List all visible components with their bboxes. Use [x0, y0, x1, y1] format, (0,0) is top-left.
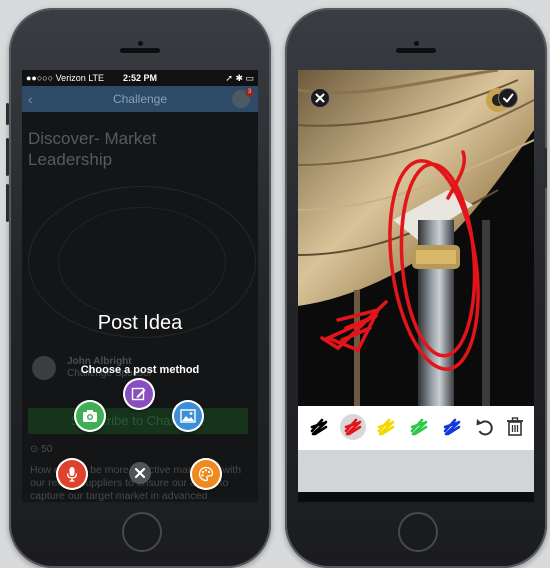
microphone-icon [66, 467, 78, 482]
brush-green-button[interactable] [406, 414, 432, 440]
volume-down-button [6, 184, 9, 222]
subscribe-button[interactable]: Subscribe to Challenge [28, 408, 248, 434]
right-screen [298, 70, 534, 502]
status-bar: ●●○○○ Verizon LTE 2:52 PM ➚ ✱ ▭ [22, 70, 258, 86]
microphone-button[interactable] [56, 458, 88, 490]
front-camera [414, 41, 419, 46]
brush-red-button[interactable] [340, 414, 366, 440]
edit-icon [131, 387, 146, 401]
challenge-title: Discover- Market Leadership [28, 129, 157, 169]
close-menu-button[interactable] [129, 462, 151, 484]
image-icon [180, 409, 196, 423]
close-icon [134, 467, 146, 479]
scribble-green-icon [410, 418, 428, 436]
photo-illustration [298, 70, 534, 406]
edit-button[interactable] [123, 378, 155, 410]
left-phone: ●●○○○ Verizon LTE 2:52 PM ➚ ✱ ▭ ‹ Challe… [6, 8, 271, 568]
camera-button[interactable] [74, 400, 106, 432]
nav-bar: ‹ Challenge 3 [22, 86, 258, 112]
confirm-drawing-button[interactable] [498, 88, 518, 108]
scribble-yellow-icon [377, 418, 395, 436]
scribble-blue-icon [443, 418, 461, 436]
brush-black-button[interactable] [306, 414, 332, 440]
power-button [544, 148, 547, 188]
volume-up-button [6, 138, 9, 176]
checkmark-icon [503, 93, 514, 103]
back-chevron-icon[interactable]: ‹ [28, 86, 33, 112]
right-phone [285, 8, 547, 568]
palette-icon [198, 466, 214, 482]
draw-button[interactable] [190, 458, 222, 490]
undo-button[interactable] [472, 414, 498, 440]
status-time: 2:52 PM [122, 73, 157, 83]
brush-blue-button[interactable] [439, 414, 465, 440]
gallery-button[interactable] [172, 400, 204, 432]
undo-icon [476, 419, 493, 436]
discard-drawing-button[interactable] [310, 88, 330, 108]
stats-count: ⊙ 50 [30, 444, 53, 455]
mute-switch [6, 103, 9, 125]
overlay-title: Post Idea [97, 312, 183, 334]
delete-button[interactable] [502, 414, 528, 440]
annotated-photo[interactable] [298, 70, 534, 406]
overlay-subtitle: Choose a post method [80, 364, 200, 376]
notification-badge: 3 [245, 88, 254, 97]
scribble-black-icon [310, 418, 328, 436]
front-camera [138, 41, 143, 46]
trash-icon [507, 417, 523, 436]
close-icon [315, 93, 325, 103]
left-screen: ●●○○○ Verizon LTE 2:52 PM ➚ ✱ ▭ ‹ Challe… [22, 70, 258, 502]
earpiece-speaker [396, 48, 436, 53]
home-button[interactable] [398, 512, 438, 552]
scribble-red-icon [344, 418, 362, 436]
challenge-content: Discover- Market Leadership John Albrigh… [22, 112, 258, 502]
home-button[interactable] [122, 512, 162, 552]
brush-yellow-button[interactable] [373, 414, 399, 440]
bottom-panel [298, 450, 534, 492]
drawing-toolbar [298, 406, 534, 450]
earpiece-speaker [120, 48, 160, 53]
nav-title: Challenge [112, 92, 168, 106]
camera-icon [83, 410, 97, 422]
background-graphic-inner [58, 207, 226, 319]
status-indicators: ➚ ✱ ▭ [225, 73, 254, 83]
